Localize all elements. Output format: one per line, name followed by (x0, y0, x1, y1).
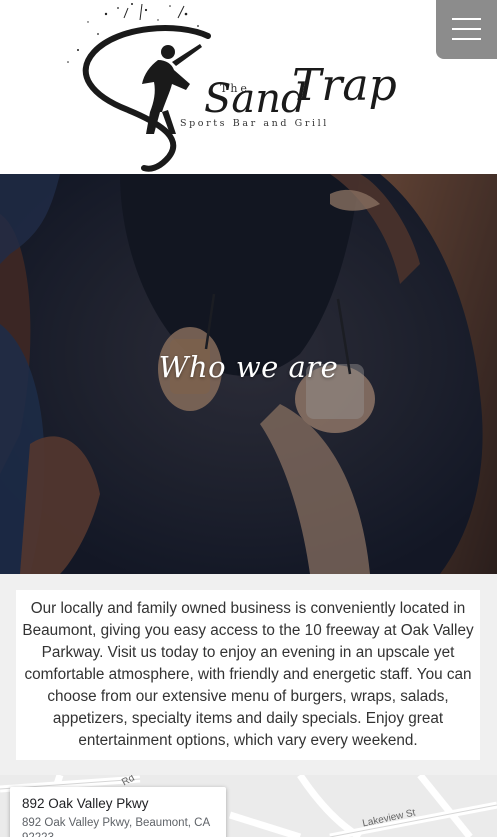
sand-trap-logo[interactable]: The Sand Trap Sports Bar and Grill (58, 0, 418, 174)
location-map[interactable]: Rd Lakeview St 892 Oak Valley Pkwy 892 O… (0, 775, 497, 837)
menu-button[interactable] (436, 0, 497, 59)
about-card: Our locally and family owned business is… (16, 590, 480, 760)
site-header: The Sand Trap Sports Bar and Grill (0, 0, 497, 174)
logo-swoosh-s (82, 25, 211, 172)
map-place-card[interactable]: 892 Oak Valley Pkwy 892 Oak Valley Pkwy,… (10, 787, 226, 837)
hero-title: Who we are (158, 350, 339, 384)
hero-banner: Who we are (0, 174, 497, 574)
map-place-name: 892 Oak Valley Pkwy (22, 796, 149, 811)
map-place-address: 892 Oak Valley Pkwy, Beaumont, CA 92223 (22, 817, 210, 837)
logo-word-trap: Trap (292, 60, 397, 111)
logo-tagline: Sports Bar and Grill (180, 118, 329, 129)
about-section: Our locally and family owned business is… (0, 574, 497, 775)
about-text: Our locally and family owned business is… (22, 600, 474, 749)
